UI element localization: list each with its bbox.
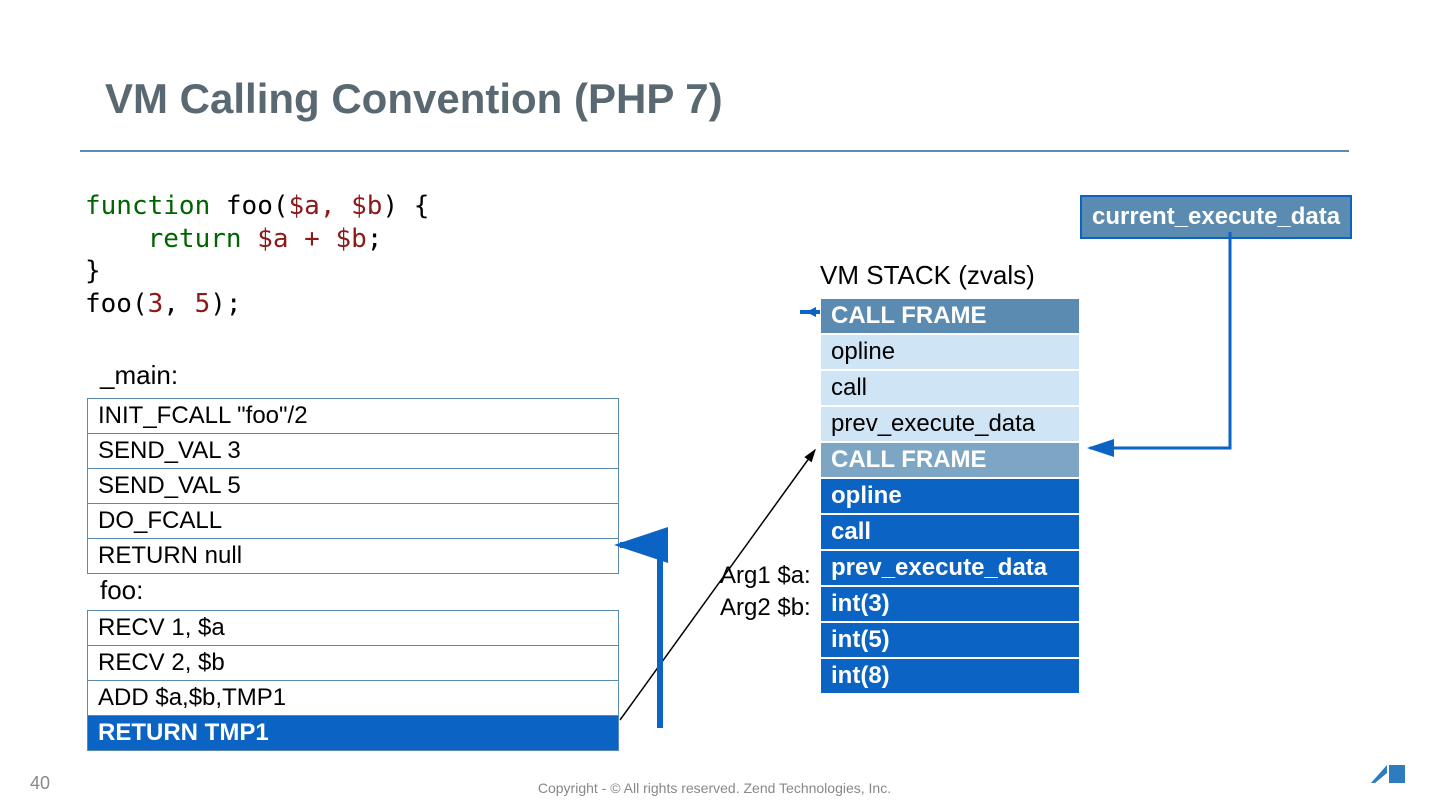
- code-brace: ) {: [382, 191, 429, 221]
- current-execute-data-box: current_execute_data: [1080, 195, 1352, 239]
- code-call-fn: foo(: [85, 289, 148, 319]
- vm-stack: CALL FRAME opline call prev_execute_data…: [820, 298, 1080, 694]
- code-block: function foo($a, $b) { return $a + $b; }…: [85, 190, 429, 320]
- title-rule: [80, 150, 1349, 152]
- zend-logo: [1369, 761, 1409, 794]
- code-num-5: 5: [195, 289, 211, 319]
- main-bytecode: INIT_FCALL "foo"/2 SEND_VAL 3 SEND_VAL 5…: [87, 398, 619, 574]
- footer-copyright: Copyright - © All rights reserved. Zend …: [0, 780, 1429, 796]
- main-label: _main:: [100, 360, 178, 391]
- code-fn-name: foo: [210, 191, 273, 221]
- bytecode-row: SEND_VAL 3: [88, 434, 618, 469]
- slide: VM Calling Convention (PHP 7) function f…: [0, 0, 1429, 804]
- stack-cell: int(8): [820, 658, 1080, 694]
- stack-cell: prev_execute_data: [820, 406, 1080, 442]
- bytecode-row: ADD $a,$b,TMP1: [88, 681, 618, 716]
- kw-function: function: [85, 191, 210, 221]
- stack-cell: CALL FRAME: [820, 298, 1080, 334]
- stack-cell: CALL FRAME: [820, 442, 1080, 478]
- args-labels: Arg1 $a: Arg2 $b:: [720, 560, 811, 625]
- stack-cell: call: [820, 370, 1080, 406]
- code-comma: ,: [163, 289, 194, 319]
- code-params: $a, $b: [289, 191, 383, 221]
- bytecode-row: SEND_VAL 5: [88, 469, 618, 504]
- slide-title: VM Calling Convention (PHP 7): [105, 75, 723, 123]
- bytecode-row-highlight: RETURN TMP1: [88, 716, 618, 750]
- stack-cell: int(3): [820, 586, 1080, 622]
- stack-cell: int(5): [820, 622, 1080, 658]
- code-num-3: 3: [148, 289, 164, 319]
- stack-cell: opline: [820, 334, 1080, 370]
- bytecode-row: RECV 1, $a: [88, 611, 618, 646]
- bytecode-row: RETURN null: [88, 539, 618, 573]
- stack-cell: opline: [820, 478, 1080, 514]
- code-paren: (: [273, 191, 289, 221]
- code-expr: $a + $b: [257, 224, 367, 254]
- foo-label: foo:: [100, 575, 143, 606]
- code-close-brace: }: [85, 256, 101, 286]
- stack-cell: call: [820, 514, 1080, 550]
- arg2-label: Arg2 $b:: [720, 592, 811, 624]
- bytecode-row: RECV 2, $b: [88, 646, 618, 681]
- bytecode-row: DO_FCALL: [88, 504, 618, 539]
- bytecode-row: INIT_FCALL "foo"/2: [88, 399, 618, 434]
- foo-bytecode: RECV 1, $a RECV 2, $b ADD $a,$b,TMP1 RET…: [87, 610, 619, 751]
- kw-return: return: [85, 224, 257, 254]
- code-semi: ;: [367, 224, 383, 254]
- code-call-end: );: [210, 289, 241, 319]
- stack-cell: prev_execute_data: [820, 550, 1080, 586]
- stack-title: VM STACK (zvals): [820, 260, 1035, 291]
- arg1-label: Arg1 $a:: [720, 560, 811, 592]
